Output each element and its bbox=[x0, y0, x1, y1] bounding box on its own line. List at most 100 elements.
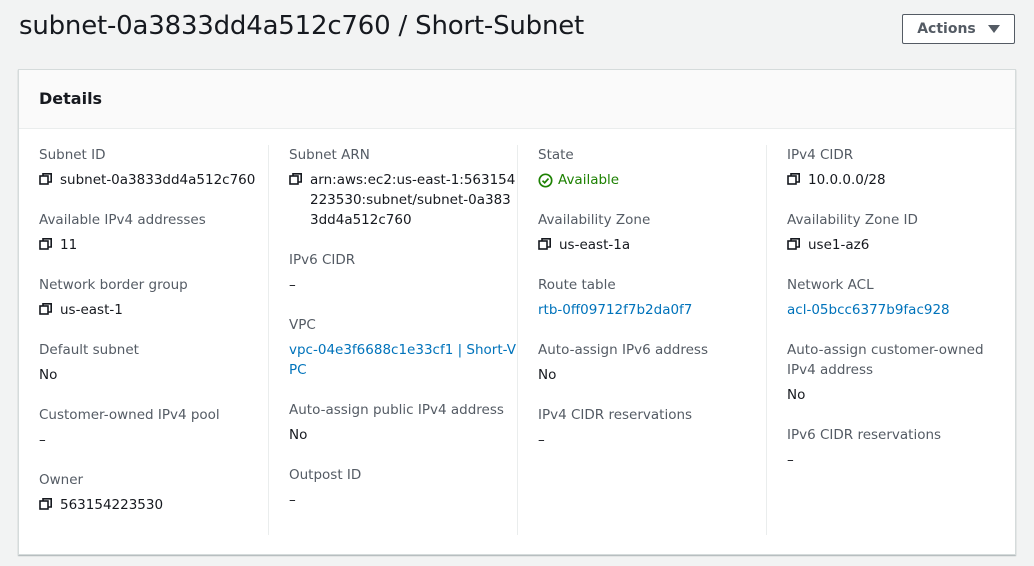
field-value: – bbox=[538, 430, 766, 450]
field-customer-owned-pool: Customer-owned IPv4 pool – bbox=[39, 405, 267, 450]
field-value: No bbox=[289, 425, 517, 445]
state-value: Available bbox=[558, 172, 620, 188]
field-auto-assign-customer-owned-ipv4: Auto-assign customer-owned IPv4 address … bbox=[787, 340, 1015, 405]
auto-assign-ipv6-value: No bbox=[538, 367, 557, 383]
field-value: No bbox=[538, 365, 766, 385]
field-outpost-id: Outpost ID – bbox=[289, 465, 517, 510]
details-column-3: State Available Availability Zone us-eas… bbox=[538, 145, 766, 535]
copy-icon[interactable] bbox=[787, 172, 803, 188]
column-divider bbox=[766, 145, 767, 535]
copy-icon[interactable] bbox=[39, 302, 55, 318]
details-panel-title: Details bbox=[39, 89, 103, 108]
field-value: rtb-0ff09712f7b2da0f7 bbox=[538, 300, 766, 320]
vpc-link[interactable]: vpc-04e3f6688c1e33cf1 | Short-VPC bbox=[289, 340, 517, 380]
copy-icon[interactable] bbox=[538, 237, 554, 253]
details-panel: Details Subnet ID subnet-0a3833dd4a512c7… bbox=[18, 69, 1016, 555]
field-value: – bbox=[39, 430, 267, 450]
caret-down-icon bbox=[987, 25, 1000, 33]
field-value: subnet-0a3833dd4a512c760 bbox=[39, 170, 267, 190]
field-label: IPv4 CIDR reservations bbox=[538, 407, 693, 423]
ipv6-cidr-reservations-value: – bbox=[787, 452, 794, 468]
ipv6-cidr-value: – bbox=[289, 277, 296, 293]
field-value: use1-az6 bbox=[787, 235, 1015, 255]
page-header: subnet-0a3833dd4a512c760 / Short-Subnet … bbox=[0, 0, 1034, 66]
copy-icon[interactable] bbox=[289, 172, 305, 188]
field-value: 563154223530 bbox=[39, 495, 267, 515]
field-auto-assign-public-ipv4: Auto-assign public IPv4 address No bbox=[289, 400, 517, 445]
details-column-4: IPv4 CIDR 10.0.0.0/28 Availability Zone … bbox=[787, 145, 1015, 535]
copy-icon[interactable] bbox=[39, 497, 55, 513]
field-value: – bbox=[787, 450, 1015, 470]
column-divider bbox=[517, 145, 518, 535]
field-label: Available IPv4 addresses bbox=[39, 212, 206, 228]
field-value: – bbox=[289, 275, 517, 295]
availability-zone-value: us-east-1a bbox=[559, 237, 631, 253]
network-border-group-value: us-east-1 bbox=[60, 302, 123, 318]
details-panel-header: Details bbox=[19, 70, 1015, 129]
field-vpc: VPC vpc-04e3f6688c1e33cf1 | Short-VPC bbox=[289, 315, 517, 380]
field-value: No bbox=[39, 365, 267, 385]
copy-icon[interactable] bbox=[787, 237, 803, 253]
field-label: Subnet ID bbox=[39, 147, 106, 163]
field-label: Availability Zone bbox=[538, 212, 651, 228]
available-ipv4-value: 11 bbox=[60, 237, 78, 253]
actions-button[interactable]: Actions bbox=[902, 14, 1015, 44]
field-value: us-east-1 bbox=[39, 300, 267, 320]
field-label: Customer-owned IPv4 pool bbox=[39, 407, 220, 423]
owner-value: 563154223530 bbox=[60, 497, 164, 513]
field-value: Available bbox=[538, 170, 766, 190]
field-label: Network border group bbox=[39, 277, 188, 293]
field-availability-zone: Availability Zone us-east-1a bbox=[538, 210, 766, 255]
field-label: IPv4 CIDR bbox=[787, 147, 854, 163]
subnet-arn-value: arn:aws:ec2:us-east-1:563154223530:subne… bbox=[310, 172, 516, 228]
field-value: us-east-1a bbox=[538, 235, 766, 255]
availability-zone-id-value: use1-az6 bbox=[808, 237, 870, 253]
field-ipv6-cidr-reservations: IPv6 CIDR reservations – bbox=[787, 425, 1015, 470]
field-value: vpc-04e3f6688c1e33cf1 | Short-VPC bbox=[289, 340, 517, 380]
field-value: 10.0.0.0/28 bbox=[787, 170, 1015, 190]
details-column-2: Subnet ARN arn:aws:ec2:us-east-1:5631542… bbox=[289, 145, 517, 535]
copy-icon[interactable] bbox=[39, 237, 55, 253]
field-value: 11 bbox=[39, 235, 267, 255]
outpost-id-value: – bbox=[289, 492, 296, 508]
network-acl-link[interactable]: acl-05bcc6377b9fac928 bbox=[787, 300, 950, 320]
field-value: arn:aws:ec2:us-east-1:563154223530:subne… bbox=[289, 170, 517, 230]
field-ipv4-cidr: IPv4 CIDR 10.0.0.0/28 bbox=[787, 145, 1015, 190]
field-availability-zone-id: Availability Zone ID use1-az6 bbox=[787, 210, 1015, 255]
ipv4-cidr-reservations-value: – bbox=[538, 432, 545, 448]
details-columns: Subnet ID subnet-0a3833dd4a512c760 Avail… bbox=[19, 145, 1015, 535]
details-column-1: Subnet ID subnet-0a3833dd4a512c760 Avail… bbox=[39, 145, 267, 535]
field-label: IPv6 CIDR bbox=[289, 252, 356, 268]
field-auto-assign-ipv6: Auto-assign IPv6 address No bbox=[538, 340, 766, 385]
default-subnet-value: No bbox=[39, 367, 58, 383]
field-value: No bbox=[787, 385, 1015, 405]
check-circle-icon bbox=[538, 172, 553, 188]
field-label: Network ACL bbox=[787, 277, 874, 293]
customer-owned-pool-value: – bbox=[39, 432, 46, 448]
field-label: Default subnet bbox=[39, 342, 139, 358]
field-value: – bbox=[289, 490, 517, 510]
field-label: State bbox=[538, 147, 574, 163]
field-subnet-id: Subnet ID subnet-0a3833dd4a512c760 bbox=[39, 145, 267, 190]
auto-assign-customer-owned-ipv4-value: No bbox=[787, 387, 806, 403]
field-route-table: Route table rtb-0ff09712f7b2da0f7 bbox=[538, 275, 766, 320]
field-network-acl: Network ACL acl-05bcc6377b9fac928 bbox=[787, 275, 1015, 320]
field-available-ipv4: Available IPv4 addresses 11 bbox=[39, 210, 267, 255]
field-value: acl-05bcc6377b9fac928 bbox=[787, 300, 1015, 320]
field-subnet-arn: Subnet ARN arn:aws:ec2:us-east-1:5631542… bbox=[289, 145, 517, 230]
field-network-border-group: Network border group us-east-1 bbox=[39, 275, 267, 320]
actions-button-label: Actions bbox=[917, 21, 976, 37]
field-label: Auto-assign customer-owned IPv4 address bbox=[787, 342, 984, 378]
field-default-subnet: Default subnet No bbox=[39, 340, 267, 385]
copy-icon[interactable] bbox=[39, 172, 55, 188]
route-table-link[interactable]: rtb-0ff09712f7b2da0f7 bbox=[538, 300, 692, 320]
field-label: VPC bbox=[289, 317, 316, 333]
field-label: Auto-assign IPv6 address bbox=[538, 342, 709, 358]
subnet-id-value: subnet-0a3833dd4a512c760 bbox=[60, 172, 256, 188]
field-label: Route table bbox=[538, 277, 616, 293]
page-title: subnet-0a3833dd4a512c760 / Short-Subnet bbox=[19, 11, 585, 41]
field-owner: Owner 563154223530 bbox=[39, 470, 267, 515]
ipv4-cidr-value: 10.0.0.0/28 bbox=[808, 172, 886, 188]
field-label: Owner bbox=[39, 472, 84, 488]
field-state: State Available bbox=[538, 145, 766, 190]
